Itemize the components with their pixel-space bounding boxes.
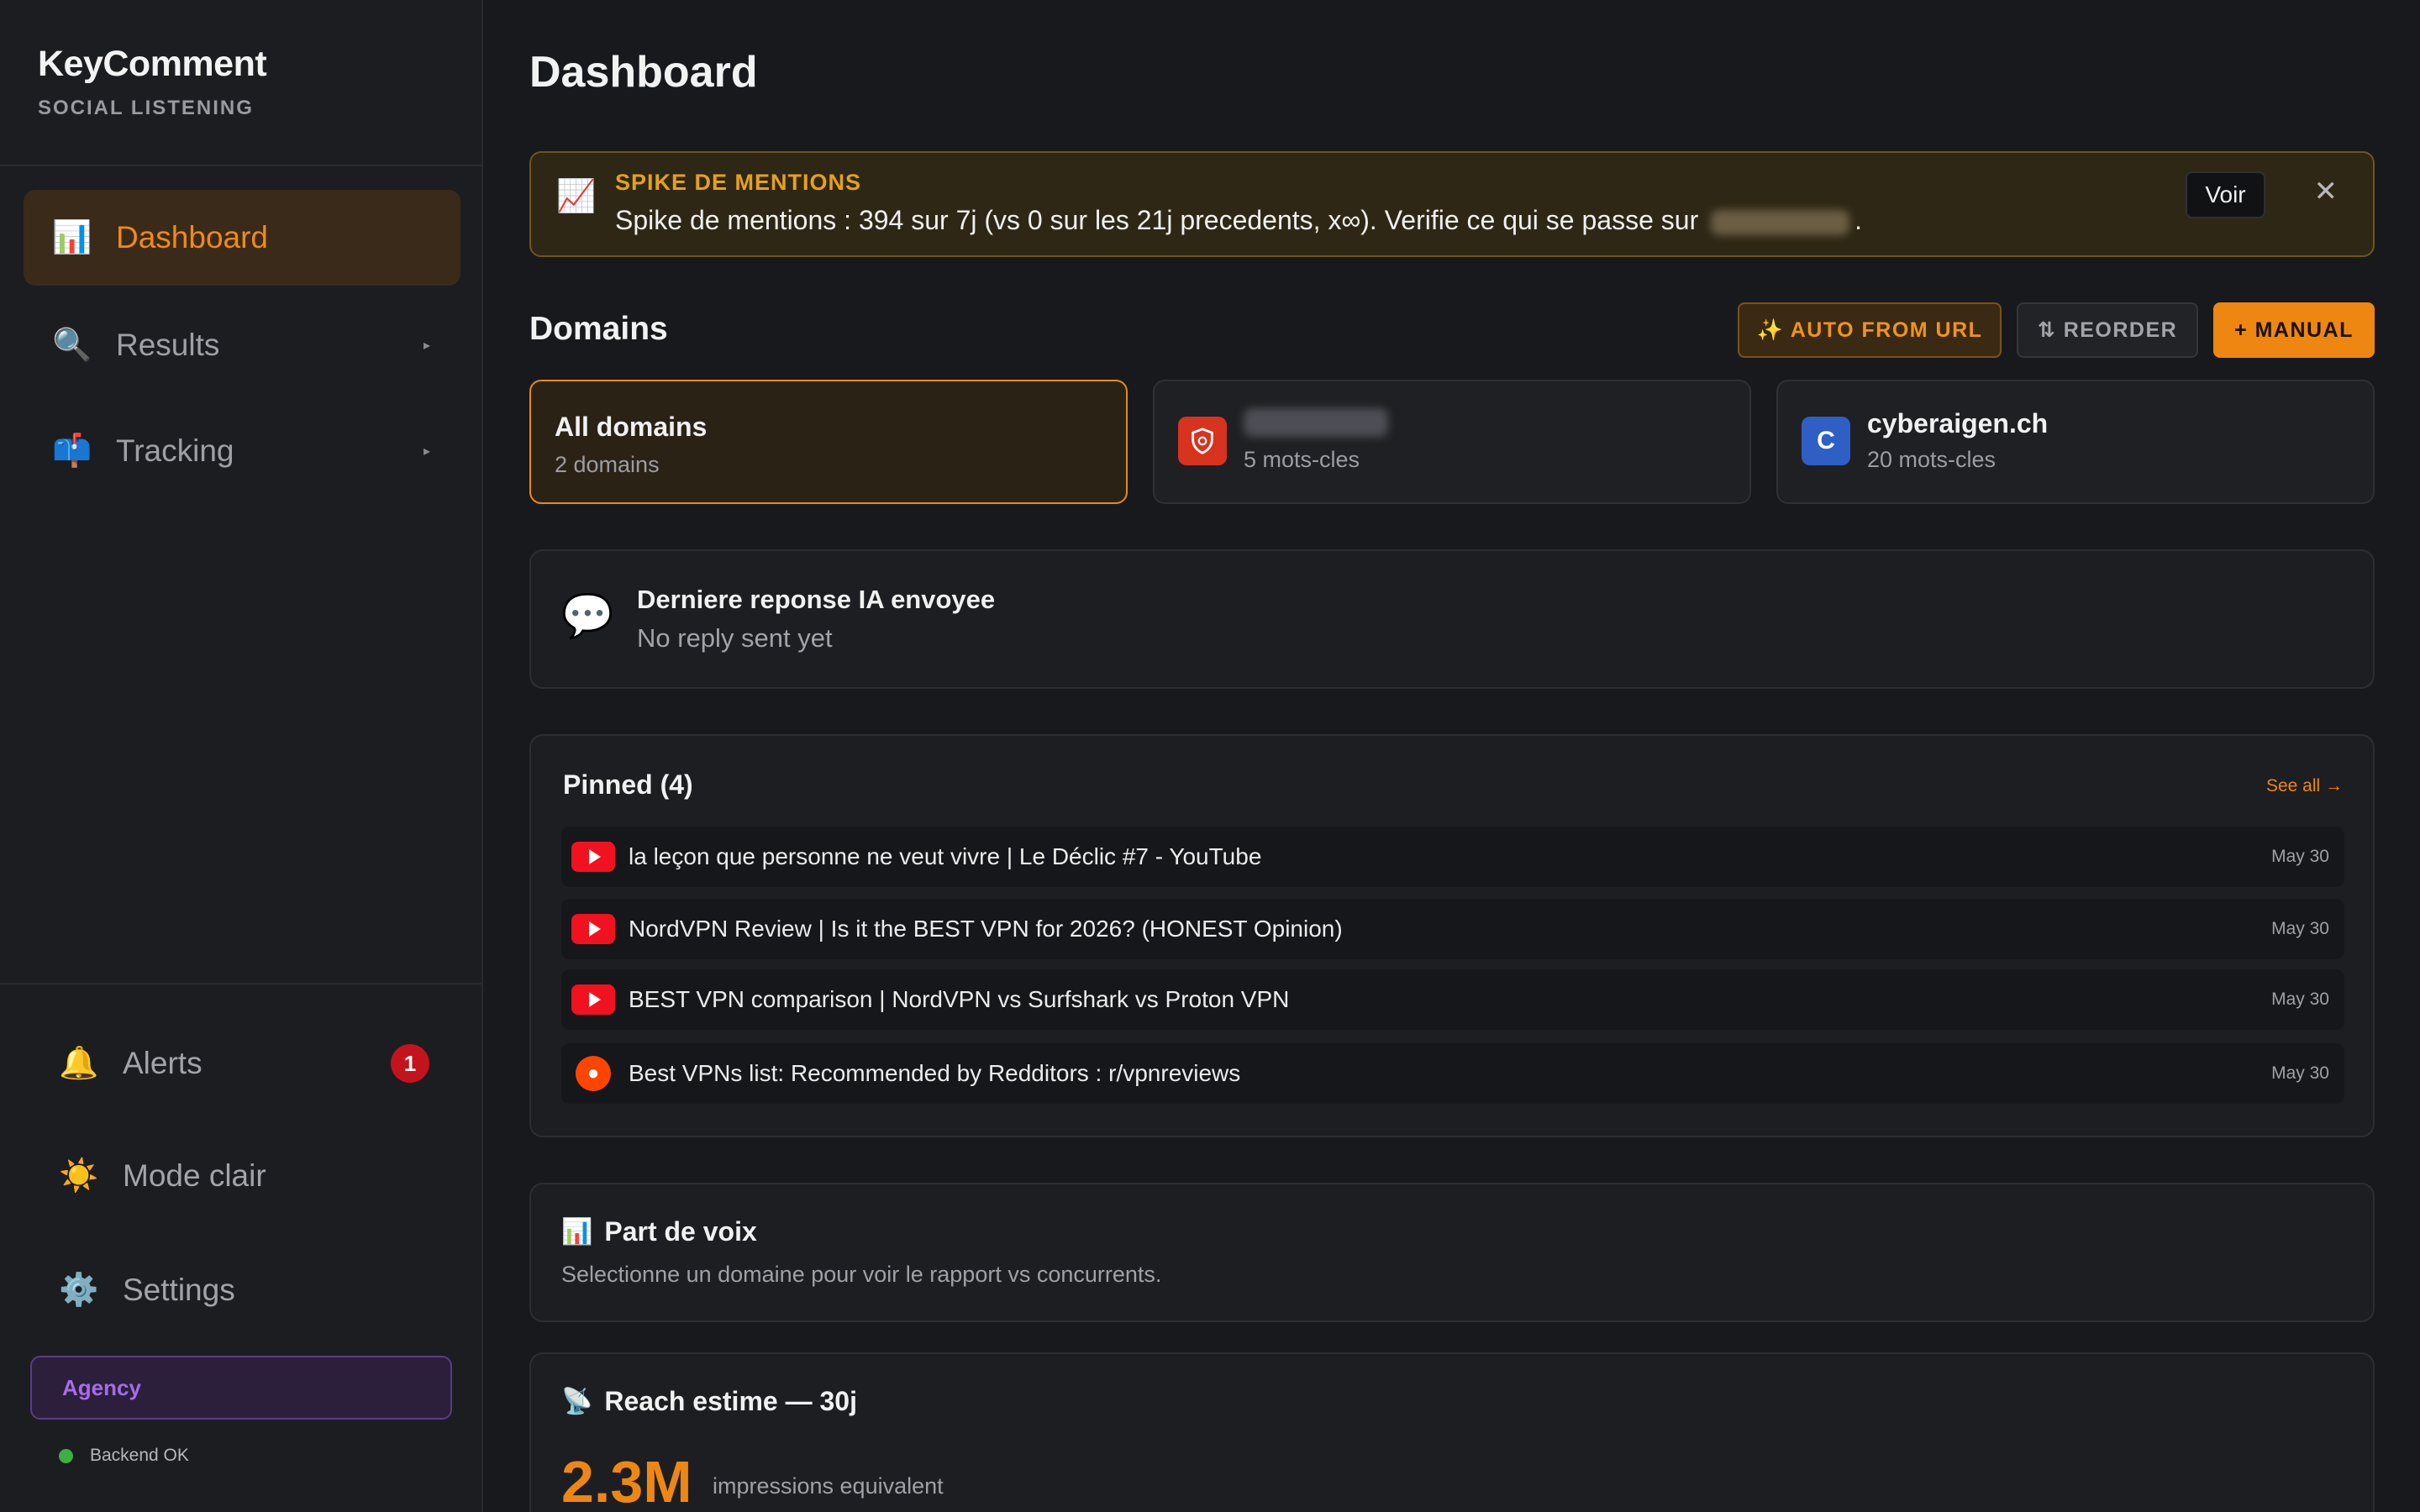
alert-text: Spike de mentions : 394 sur 7j (vs 0 sur… xyxy=(615,205,1699,235)
see-all-link[interactable]: See all → xyxy=(2266,776,2343,796)
pinned-title: Pinned (4) xyxy=(563,769,693,800)
reach-unit: impressions equivalent xyxy=(713,1473,944,1499)
reach-value: 2.3M xyxy=(561,1449,692,1512)
sidebar-item-tracking[interactable]: 📫 Tracking ▸ xyxy=(24,403,460,499)
domain-keywords: 5 mots-cles xyxy=(1244,447,1360,472)
spike-alert-banner: 📈 SPIKE DE MENTIONS Spike de mentions : … xyxy=(529,151,2375,257)
sun-icon: ☀️ xyxy=(59,1158,99,1194)
close-icon[interactable]: ✕ xyxy=(2314,175,2338,208)
pinned-card: Pinned (4) See all → la leçon que person… xyxy=(529,734,2375,1137)
pinned-item-title: Best VPNs list: Recommended by Redditors… xyxy=(629,1060,1241,1086)
pinned-item[interactable]: NordVPN Review | Is it the BEST VPN for … xyxy=(561,899,2344,959)
brand: KeyComment SOCIAL LISTENING xyxy=(38,44,267,120)
sidebar-divider xyxy=(0,983,481,984)
domain-name: All domains xyxy=(555,412,708,442)
alerts-count-badge: 1 xyxy=(391,1044,429,1083)
domain-name: cyberaigen.ch xyxy=(1867,408,2049,438)
domain-card[interactable]: 5 mots-cles xyxy=(1153,380,1751,504)
auto-from-url-button[interactable]: ✨ AUTO FROM URL xyxy=(1738,302,2002,358)
pinned-item-title: NordVPN Review | Is it the BEST VPN for … xyxy=(629,916,1343,942)
share-of-voice-card: 📊 Part de voix Selectionne un domaine po… xyxy=(529,1183,2375,1322)
sidebar-item-alerts[interactable]: 🔔 Alerts xyxy=(59,1038,203,1089)
sidebar: KeyComment SOCIAL LISTENING 📊 Dashboard … xyxy=(0,0,483,1512)
youtube-icon xyxy=(571,914,615,944)
trend-chart-icon: 📈 xyxy=(556,179,597,214)
domain-card-all[interactable]: All domains 2 domains xyxy=(529,380,1128,504)
satellite-icon: 📡 xyxy=(561,1388,593,1415)
last-reply-card: 💬 Derniere reponse IA envoyee No reply s… xyxy=(529,549,2375,689)
caret-right-icon: ▸ xyxy=(423,444,430,459)
caret-right-icon: ▸ xyxy=(423,339,430,353)
magnifier-icon: 🔍 xyxy=(52,328,92,363)
pinned-item[interactable]: la leçon que personne ne veut vivre | Le… xyxy=(561,827,2344,887)
domain-count: 2 domains xyxy=(555,452,660,477)
domains-title: Domains xyxy=(529,311,668,347)
pinned-item-title: BEST VPN comparison | NordVPN vs Surfsha… xyxy=(629,986,1290,1012)
domain-keywords: 20 mots-cles xyxy=(1867,447,1996,472)
reach-title: 📡 Reach estime — 30j xyxy=(561,1386,857,1417)
sidebar-item-label: Dashboard xyxy=(116,220,269,255)
pinned-item[interactable]: ● Best VPNs list: Recommended by Reddito… xyxy=(561,1043,2344,1104)
plan-badge[interactable]: Agency xyxy=(30,1356,452,1420)
app-title: KeyComment xyxy=(38,44,267,84)
app-subtitle: SOCIAL LISTENING xyxy=(38,97,254,119)
status-dot-icon xyxy=(59,1448,73,1463)
sidebar-item-mode-clair[interactable]: ☀️ Mode clair xyxy=(59,1151,266,1201)
reach-card: 📡 Reach estime — 30j 2.3M impressions eq… xyxy=(529,1352,2375,1512)
last-reply-title: Derniere reponse IA envoyee xyxy=(637,585,996,614)
youtube-icon xyxy=(571,984,615,1015)
bell-icon: 🔔 xyxy=(59,1046,99,1081)
sidebar-item-dashboard[interactable]: 📊 Dashboard xyxy=(24,190,460,286)
add-manual-button[interactable]: + MANUAL xyxy=(2213,302,2375,358)
gear-icon: ⚙️ xyxy=(59,1273,99,1308)
sidebar-item-label: Tracking xyxy=(116,433,234,468)
pinned-item[interactable]: BEST VPN comparison | NordVPN vs Surfsha… xyxy=(561,969,2344,1030)
last-reply-status: No reply sent yet xyxy=(637,623,833,653)
pinned-item-title: la leçon que personne ne veut vivre | Le… xyxy=(629,843,1262,869)
pinned-item-date: May 30 xyxy=(2271,990,2329,1009)
bar-chart-icon: 📊 xyxy=(561,1218,593,1246)
sidebar-item-label: Settings xyxy=(123,1273,235,1307)
domain-card-cyberaigen[interactable]: C cyberaigen.ch 20 mots-cles xyxy=(1776,380,2375,504)
share-of-voice-title: 📊 Part de voix xyxy=(561,1216,757,1247)
mailbox-icon: 📫 xyxy=(52,433,92,469)
sidebar-item-label: Mode clair xyxy=(123,1158,266,1193)
reorder-button[interactable]: ⇅ REORDER xyxy=(2017,302,2198,358)
sidebar-divider xyxy=(0,165,481,166)
reach-label: Reach estime — 30j xyxy=(604,1386,857,1416)
domain-logo-icon: C xyxy=(1802,417,1850,465)
voir-button[interactable]: Voir xyxy=(2186,171,2265,218)
pinned-item-date: May 30 xyxy=(2271,847,2329,866)
backend-status-label: Backend OK xyxy=(90,1446,189,1465)
pinned-item-date: May 30 xyxy=(2271,1063,2329,1083)
shield-logo-icon xyxy=(1178,417,1227,465)
alert-message: Spike de mentions : 394 sur 7j (vs 0 sur… xyxy=(615,205,1862,236)
share-of-voice-hint: Selectionne un domaine pour voir le rapp… xyxy=(561,1262,1162,1287)
page-title: Dashboard xyxy=(529,48,758,97)
speech-bubble-icon: 💬 xyxy=(561,592,614,639)
redacted-domain xyxy=(1711,209,1850,235)
share-of-voice-label: Part de voix xyxy=(604,1216,757,1247)
alert-suffix: . xyxy=(1854,205,1862,235)
reddit-icon: ● xyxy=(576,1056,611,1091)
sidebar-item-results[interactable]: 🔍 Results ▸ xyxy=(24,297,460,393)
backend-status: Backend OK xyxy=(59,1446,189,1466)
bar-chart-icon: 📊 xyxy=(52,220,92,255)
pinned-item-date: May 30 xyxy=(2271,919,2329,938)
sidebar-item-label: Results xyxy=(116,328,220,362)
sidebar-item-label: Alerts xyxy=(123,1046,203,1080)
alert-title: SPIKE DE MENTIONS xyxy=(615,170,862,195)
youtube-icon xyxy=(571,842,615,872)
domain-name-redacted xyxy=(1244,408,1388,444)
sidebar-item-settings[interactable]: ⚙️ Settings xyxy=(59,1265,235,1315)
